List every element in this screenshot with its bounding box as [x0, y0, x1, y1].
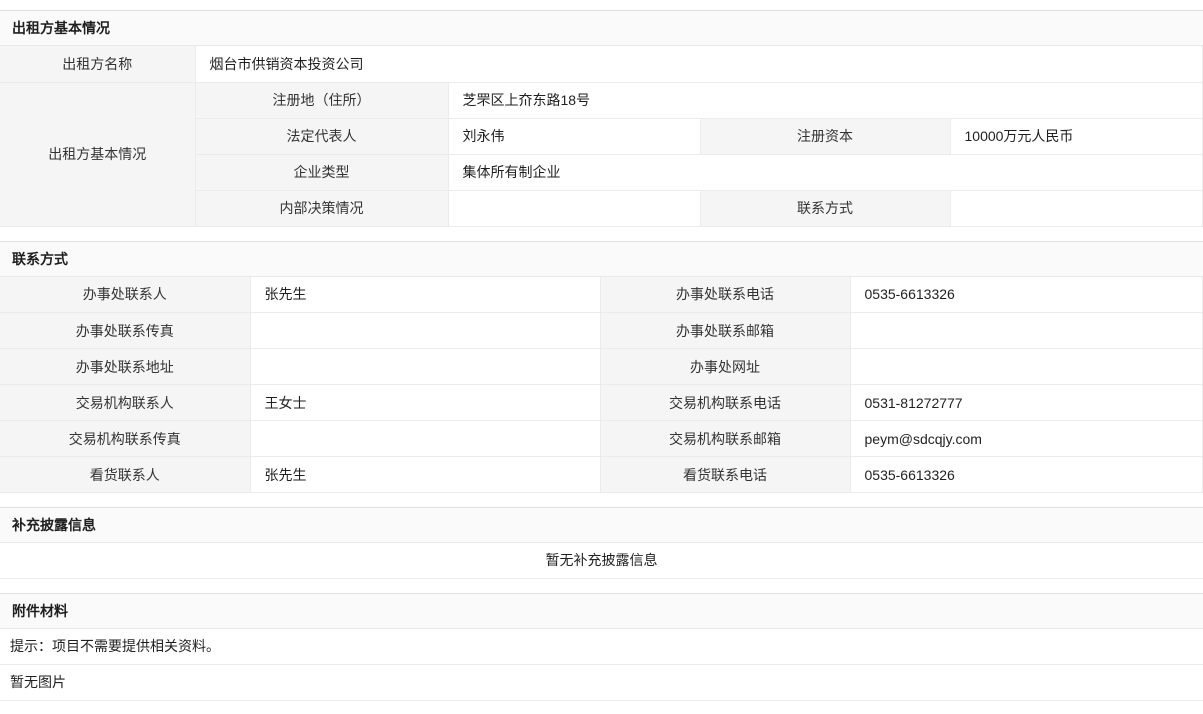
office-contact-address-value: [250, 349, 600, 385]
office-contact-person-label: 办事处联系人: [0, 277, 250, 313]
table-row: 办事处联系人 张先生 办事处联系电话 0535-6613326: [0, 277, 1203, 313]
table-row: 交易机构联系传真 交易机构联系邮箱 peym@sdcqjy.com: [0, 421, 1203, 457]
exchange-contact-email-label: 交易机构联系邮箱: [600, 421, 850, 457]
registered-address-label: 注册地（住所）: [195, 82, 448, 118]
table-row: 看货联系人 张先生 看货联系电话 0535-6613326: [0, 457, 1203, 493]
office-contact-email-value: [850, 313, 1203, 349]
exchange-contact-fax-label: 交易机构联系传真: [0, 421, 250, 457]
office-website-value: [850, 349, 1203, 385]
table-row: 出租方基本情况 注册地（住所） 芝罘区上夼东路18号: [0, 82, 1203, 118]
enterprise-type-label: 企业类型: [195, 154, 448, 190]
registered-address-value: 芝罘区上夼东路18号: [448, 82, 1203, 118]
viewing-contact-phone-label: 看货联系电话: [600, 457, 850, 493]
office-contact-fax-label: 办事处联系传真: [0, 313, 250, 349]
office-contact-fax-value: [250, 313, 600, 349]
table-row: 办事处联系地址 办事处网址: [0, 349, 1203, 385]
supplementary-disclosure-empty-text: 暂无补充披露信息: [0, 543, 1203, 579]
section-title-contact-info: 联系方式: [0, 241, 1203, 277]
exchange-contact-phone-value: 0531-81272777: [850, 385, 1203, 421]
lessor-basic-group-label: 出租方基本情况: [0, 82, 195, 226]
section-title-supplementary-disclosure: 补充披露信息: [0, 507, 1203, 543]
office-website-label: 办事处网址: [600, 349, 850, 385]
section-supplementary-disclosure: 补充披露信息 暂无补充披露信息: [0, 507, 1203, 579]
office-contact-phone-label: 办事处联系电话: [600, 277, 850, 313]
viewing-contact-person-label: 看货联系人: [0, 457, 250, 493]
lessor-detail-page: 出租方基本情况 出租方名称 烟台市供销资本投资公司 出租方基本情况 注册地（住所…: [0, 0, 1203, 714]
lessor-name-value: 烟台市供销资本投资公司: [195, 46, 1203, 82]
exchange-contact-phone-label: 交易机构联系电话: [600, 385, 850, 421]
office-contact-email-label: 办事处联系邮箱: [600, 313, 850, 349]
table-row: 交易机构联系人 王女士 交易机构联系电话 0531-81272777: [0, 385, 1203, 421]
office-contact-address-label: 办事处联系地址: [0, 349, 250, 385]
exchange-contact-email-value: peym@sdcqjy.com: [850, 421, 1203, 457]
viewing-contact-person-value: 张先生: [250, 457, 600, 493]
legal-representative-label: 法定代表人: [195, 118, 448, 154]
exchange-contact-person-label: 交易机构联系人: [0, 385, 250, 421]
office-contact-person-value: 张先生: [250, 277, 600, 313]
attachments-tip-text: 提示：项目不需要提供相关资料。: [0, 629, 1203, 665]
internal-decision-label: 内部决策情况: [195, 190, 448, 226]
section-attachments: 附件材料 提示：项目不需要提供相关资料。 暂无图片: [0, 593, 1203, 701]
lessor-name-label: 出租方名称: [0, 46, 195, 82]
internal-decision-value: [448, 190, 700, 226]
exchange-contact-person-value: 王女士: [250, 385, 600, 421]
legal-representative-value: 刘永伟: [448, 118, 700, 154]
registered-capital-label: 注册资本: [700, 118, 950, 154]
section-title-attachments: 附件材料: [0, 593, 1203, 629]
attachments-no-image-text: 暂无图片: [0, 665, 1203, 701]
contact-info-table: 办事处联系人 张先生 办事处联系电话 0535-6613326 办事处联系传真 …: [0, 277, 1203, 494]
lessor-basic-info-table: 出租方名称 烟台市供销资本投资公司 出租方基本情况 注册地（住所） 芝罘区上夼东…: [0, 46, 1203, 227]
section-lessor-basic-info: 出租方基本情况 出租方名称 烟台市供销资本投资公司 出租方基本情况 注册地（住所…: [0, 10, 1203, 227]
contact-method-value: [950, 190, 1203, 226]
table-row: 办事处联系传真 办事处联系邮箱: [0, 313, 1203, 349]
contact-method-label: 联系方式: [700, 190, 950, 226]
section-title-lessor-basic-info: 出租方基本情况: [0, 10, 1203, 46]
enterprise-type-value: 集体所有制企业: [448, 154, 1203, 190]
viewing-contact-phone-value: 0535-6613326: [850, 457, 1203, 493]
section-contact-info: 联系方式 办事处联系人 张先生 办事处联系电话 0535-6613326 办事处…: [0, 241, 1203, 494]
exchange-contact-fax-value: [250, 421, 600, 457]
office-contact-phone-value: 0535-6613326: [850, 277, 1203, 313]
registered-capital-value: 10000万元人民币: [950, 118, 1203, 154]
table-row: 出租方名称 烟台市供销资本投资公司: [0, 46, 1203, 82]
